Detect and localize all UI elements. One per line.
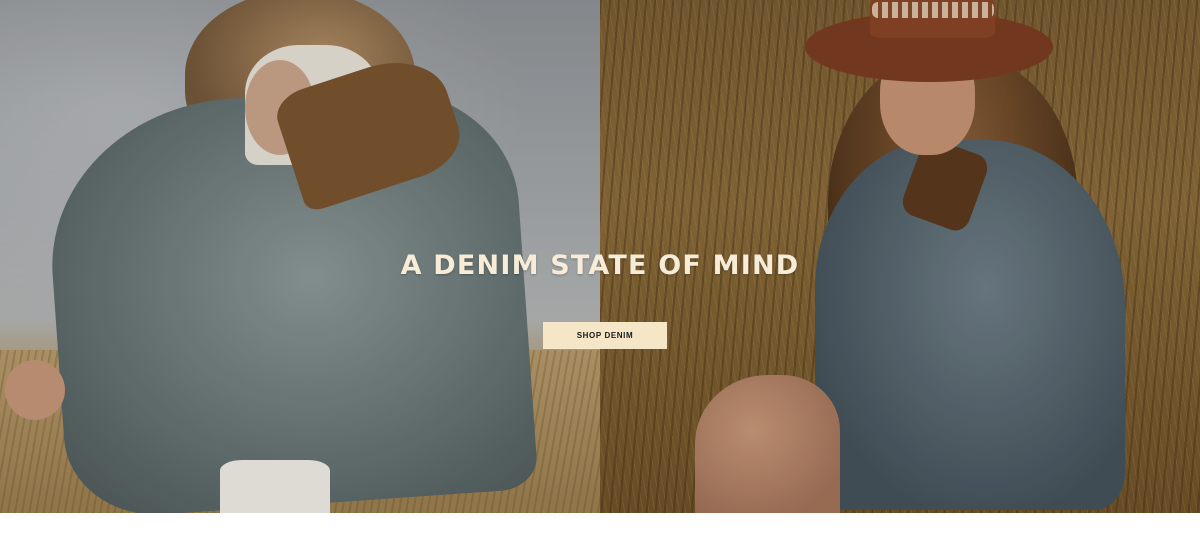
page-bottom-strip	[0, 513, 1200, 539]
hero-headline: A DENIM STATE OF MIND	[400, 250, 800, 281]
shop-denim-button[interactable]: SHOP DENIM	[543, 322, 667, 349]
hero-banner[interactable]: A DENIM STATE OF MIND SHOP DENIM	[0, 0, 1200, 513]
